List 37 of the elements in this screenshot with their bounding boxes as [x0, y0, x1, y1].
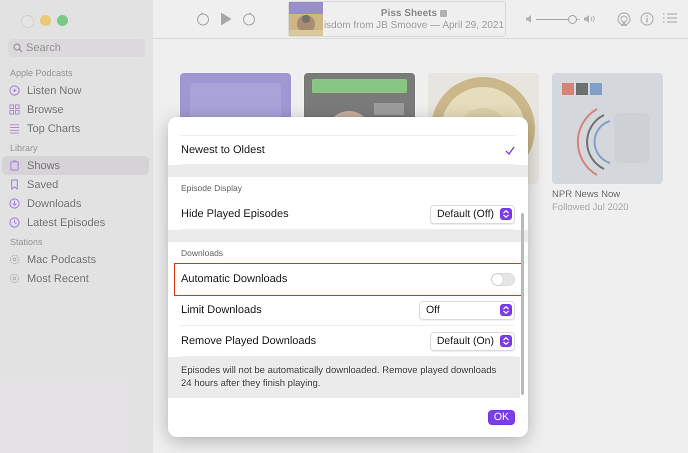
- sidebar-label: Top Charts: [27, 122, 80, 134]
- setting-label: Limit Downloads: [181, 304, 262, 316]
- sidebar-label: Latest Episodes: [27, 216, 106, 228]
- show-title[interactable]: NPR News Now: [552, 189, 663, 200]
- section-heading: Library: [9, 142, 39, 155]
- search-field[interactable]: Search: [8, 39, 145, 57]
- popup-menu[interactable]: Off: [419, 300, 515, 320]
- section-heading: Apple Podcasts: [9, 67, 74, 80]
- setting-label: Automatic Downloads: [181, 273, 288, 285]
- popup-menu[interactable]: Default (Off): [430, 204, 515, 224]
- show-subtitle: Followed Jul 2020: [552, 202, 630, 213]
- episode-subtitle: isdom from JB Smoove — April 29, 2021: [324, 20, 504, 30]
- sidebar-item[interactable]: Top Charts: [2, 119, 149, 138]
- sidebar-item[interactable]: Mac Podcasts: [2, 250, 149, 269]
- sidebar-label: Shows: [27, 160, 60, 172]
- sidebar-item[interactable]: Latest Episodes: [2, 213, 149, 232]
- setting-label: Remove Played Downloads: [181, 335, 316, 347]
- sidebar-item[interactable]: Saved: [2, 175, 149, 194]
- description-text: Episodes will not be automatically downloaded. Remove played downloads 24 hours after they finish playing.: [168, 357, 520, 398]
- sidebar-item[interactable]: Browse: [2, 100, 149, 119]
- episode-title: Piss Sheets: [380, 8, 438, 18]
- sidebar-label: Most Recent: [27, 272, 89, 284]
- ok-button[interactable]: OK: [488, 410, 515, 425]
- sidebar-item[interactable]: Shows: [2, 156, 149, 175]
- sidebar-item[interactable]: Listen Now: [2, 81, 149, 100]
- sidebar-item[interactable]: Most Recent: [2, 269, 149, 288]
- setting-label: Hide Played Episodes: [181, 208, 289, 220]
- sidebar-label: Mac Podcasts: [27, 254, 96, 266]
- sidebar-label: Browse: [27, 104, 64, 116]
- sidebar-item[interactable]: Downloads: [2, 194, 149, 213]
- popup-menu[interactable]: Default (On): [430, 332, 515, 350]
- sidebar-label: Saved: [27, 178, 58, 190]
- section-heading: Episode Display: [181, 183, 242, 193]
- section-heading: Stations: [9, 236, 44, 249]
- sidebar-label: Listen Now: [27, 84, 82, 96]
- section-heading: Downloads: [181, 248, 224, 258]
- sidebar-label: Downloads: [27, 198, 82, 210]
